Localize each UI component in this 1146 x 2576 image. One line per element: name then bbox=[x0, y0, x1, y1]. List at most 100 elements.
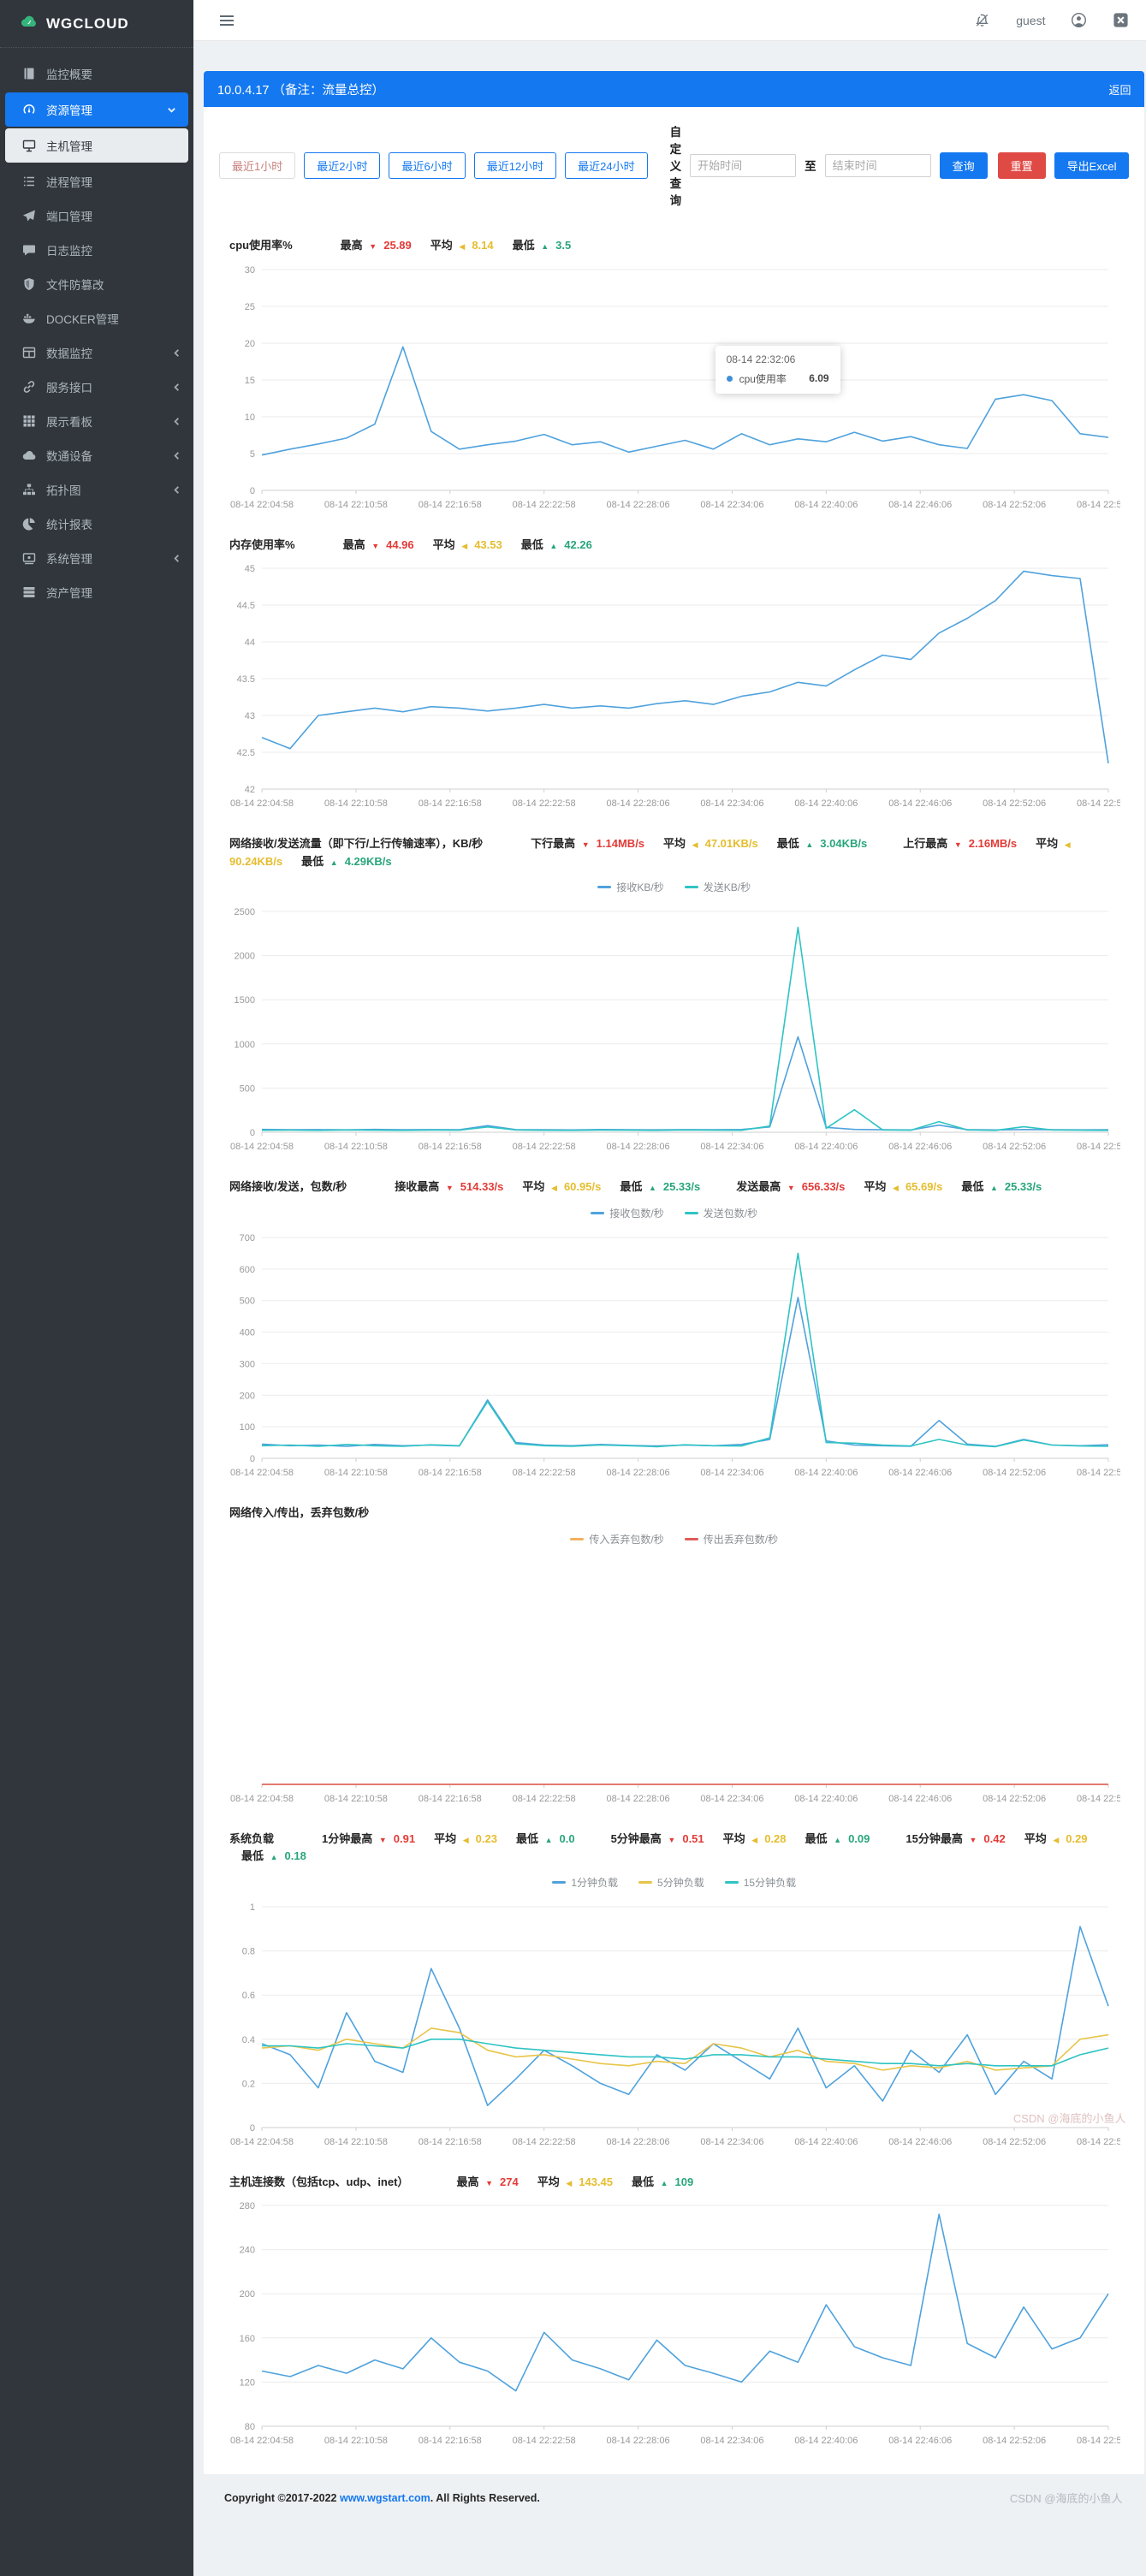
start-time-input[interactable] bbox=[690, 153, 797, 177]
svg-text:08-14 22:10:58: 08-14 22:10:58 bbox=[324, 1142, 388, 1152]
svg-text:08-14 22:16:58: 08-14 22:16:58 bbox=[419, 500, 482, 510]
stat-caret-icon: ▲ bbox=[989, 1184, 998, 1193]
range-button-5[interactable]: 最近24小时 bbox=[565, 151, 648, 179]
chart-plot-net-drops[interactable]: 08-14 22:04:58 08-14 22:10:58 08-14 22:16:… bbox=[219, 1553, 1129, 1808]
svg-text:08-14 22:52:06: 08-14 22:52:06 bbox=[983, 798, 1046, 809]
sidebar-item-reports[interactable]: 统计报表 bbox=[0, 507, 193, 541]
legend-item[interactable]: 发送KB/秒 bbox=[684, 880, 751, 894]
chart-plot-net-traffic[interactable]: 2500 2000 1500 1000 500 0 08-14 22:04:58 08-14 … bbox=[219, 901, 1129, 1156]
query-button[interactable]: 查询 bbox=[939, 151, 988, 179]
svg-text:08-14 22:52:06: 08-14 22:52:06 bbox=[983, 1142, 1046, 1152]
brand[interactable]: WGCLOUD bbox=[0, 0, 193, 48]
range-button-2[interactable]: 最近2小时 bbox=[304, 151, 381, 179]
legend-item[interactable]: 发送包数/秒 bbox=[684, 1206, 757, 1220]
host-title: 10.0.4.17 （备注：流量总控） bbox=[217, 83, 384, 98]
chevron-left-icon bbox=[172, 417, 181, 426]
csdn-watermark: CSDN @海底的小鱼人 bbox=[1009, 2492, 1123, 2506]
custom-query-label: 自定义查询 bbox=[669, 126, 682, 207]
svg-text:0.8: 0.8 bbox=[242, 1946, 255, 1956]
bell-slash-icon[interactable] bbox=[974, 12, 990, 28]
stat-caret-icon: ▼ bbox=[969, 1835, 977, 1844]
legend-item[interactable]: 5分钟负载 bbox=[638, 1875, 704, 1890]
stat-caret-icon: ▼ bbox=[445, 1184, 454, 1193]
sidebar-item-hosts[interactable]: 主机管理 bbox=[5, 128, 188, 163]
end-time-input[interactable] bbox=[824, 153, 931, 177]
range-button-3[interactable]: 最近6小时 bbox=[389, 151, 466, 179]
series-15分钟负载 bbox=[262, 2038, 1109, 2067]
wgstart-link[interactable]: www.wgstart.com bbox=[340, 2492, 430, 2504]
user-avatar-icon[interactable] bbox=[1071, 12, 1087, 28]
chart-title: 主机连接数（包括tcp、udp、inet） bbox=[229, 2175, 409, 2188]
sidebar-item-docker[interactable]: DOCKER管理 bbox=[0, 301, 193, 335]
legend-item[interactable]: 传入丢弃包数/秒 bbox=[570, 1532, 664, 1546]
legend-item[interactable]: 传出丢弃包数/秒 bbox=[684, 1532, 778, 1546]
y-axis: 2500 2000 1500 1000 500 0 bbox=[235, 907, 1108, 1138]
svg-text:08-14 22:16:58: 08-14 22:16:58 bbox=[419, 1794, 482, 1804]
svg-text:0.2: 0.2 bbox=[242, 2079, 255, 2089]
sidebar-item-assets[interactable]: 资产管理 bbox=[0, 575, 193, 609]
sidebar-item-data-monitor[interactable]: 数据监控 bbox=[0, 335, 193, 370]
svg-text:08-14 22:46:06: 08-14 22:46:06 bbox=[888, 1142, 952, 1152]
chart-plot-net-packets[interactable]: 700 600 500 400 300 200 100 0 08-14 22:04:58 08-1… bbox=[219, 1227, 1129, 1482]
svg-text:80: 80 bbox=[245, 2422, 255, 2432]
chart-plot-connections[interactable]: 280 240 200 160 120 80 08-14 22:04:58 08-14 22:… bbox=[219, 2195, 1129, 2450]
gauge-icon bbox=[22, 103, 36, 116]
sidebar-item-label: 监控概要 bbox=[46, 68, 92, 81]
svg-text:08-14 22:46:06: 08-14 22:46:06 bbox=[888, 500, 952, 510]
sidebar-item-resources[interactable]: 资源管理 bbox=[5, 92, 188, 127]
shield-icon bbox=[22, 277, 36, 291]
svg-text:45: 45 bbox=[245, 564, 255, 574]
sidebar-item-system[interactable]: 系统管理 bbox=[0, 541, 193, 575]
sidebar-item-topology[interactable]: 拓扑图 bbox=[0, 472, 193, 507]
export-excel-button[interactable]: 导出Excel bbox=[1054, 151, 1130, 179]
menu-toggle-icon[interactable] bbox=[219, 15, 235, 27]
sidebar-item-display-board[interactable]: 展示看板 bbox=[0, 404, 193, 438]
sidebar-item-label: 日志监控 bbox=[46, 245, 92, 258]
legend-item[interactable]: 接收KB/秒 bbox=[597, 880, 664, 894]
legend-item[interactable]: 15分钟负载 bbox=[724, 1875, 796, 1890]
svg-text:100: 100 bbox=[240, 1422, 255, 1433]
svg-text:08-14 22:22:58: 08-14 22:22:58 bbox=[513, 2137, 576, 2147]
sidebar-item-file-guard[interactable]: 文件防篡改 bbox=[0, 267, 193, 301]
sidebar-item-network-devices[interactable]: 数通设备 bbox=[0, 438, 193, 472]
sidebar-item-processes[interactable]: 进程管理 bbox=[0, 164, 193, 199]
range-button-1[interactable]: 最近1小时 bbox=[219, 151, 296, 179]
range-button-4[interactable]: 最近12小时 bbox=[473, 151, 557, 179]
stat-value: 0.51 bbox=[682, 1831, 704, 1845]
stat-value: 47.01KB/s bbox=[704, 837, 758, 851]
chevron-down-icon bbox=[167, 105, 176, 115]
sidebar-item-logs[interactable]: 日志监控 bbox=[0, 233, 193, 267]
svg-text:08-14 22:52:06: 08-14 22:52:06 bbox=[983, 2137, 1046, 2147]
docker-icon bbox=[22, 312, 36, 325]
stat-label: 最低 ▲ bbox=[512, 239, 549, 252]
logout-icon[interactable] bbox=[1113, 12, 1129, 28]
chart-plot-load[interactable]: 1 0.8 0.6 0.4 0.2 0 08-14 22:04:58 08-14 22:10:… bbox=[219, 1896, 1129, 2152]
svg-text:08-14 22:22:58: 08-14 22:22:58 bbox=[513, 500, 576, 510]
legend-item[interactable]: 接收包数/秒 bbox=[591, 1206, 664, 1220]
username-label[interactable]: guest bbox=[1016, 14, 1045, 27]
wgcloud-logo-icon bbox=[21, 13, 38, 34]
sidebar-item-ports[interactable]: 端口管理 bbox=[0, 199, 193, 233]
chart-plot-memory[interactable]: 45 44.5 44 43.5 43 42.5 42 08-14 22:04:58 08-14 … bbox=[219, 558, 1129, 813]
chart-header-memory: 内存使用率% 最高 ▼ 44.96 平均 ◀ 43.53 最低 ▲ 42.26 bbox=[219, 538, 1129, 552]
stat-label: 最高 ▼ bbox=[342, 537, 380, 551]
chart-plot-cpu[interactable]: 30 25 20 15 10 5 0 08-14 22:04:58 08-14 22:10:58… bbox=[219, 259, 1129, 514]
legend-item[interactable]: 1分钟负载 bbox=[552, 1875, 618, 1890]
tooltip-value: 6.09 bbox=[809, 372, 829, 385]
stat-label: 最低 ▲ bbox=[961, 1180, 998, 1194]
stat-value: 90.24KB/s bbox=[229, 854, 283, 868]
svg-text:08-14 22:52:06: 08-14 22:52:06 bbox=[983, 1794, 1046, 1804]
svg-text:44.5: 44.5 bbox=[237, 601, 255, 611]
back-link[interactable]: 返回 bbox=[1108, 81, 1131, 98]
sidebar-item-overview[interactable]: 监控概要 bbox=[0, 56, 193, 91]
legend-marker-icon bbox=[591, 1211, 605, 1214]
chart-legend: 1分钟负载 5分钟负载 15分钟负载 bbox=[219, 1875, 1129, 1890]
svg-text:1500: 1500 bbox=[235, 996, 255, 1006]
chart-header-connections: 主机连接数（包括tcp、udp、inet） 最高 ▼ 274 平均 ◀ 143.45 最低… bbox=[219, 2175, 1129, 2189]
stat-label: 最高 ▼ bbox=[340, 239, 377, 252]
stat-label: 平均 ◀ bbox=[864, 1180, 899, 1194]
stat-caret-icon: ▼ bbox=[953, 840, 962, 850]
link-icon bbox=[22, 380, 36, 394]
reset-button[interactable]: 重置 bbox=[997, 151, 1046, 179]
sidebar-item-service-api[interactable]: 服务接口 bbox=[0, 370, 193, 404]
